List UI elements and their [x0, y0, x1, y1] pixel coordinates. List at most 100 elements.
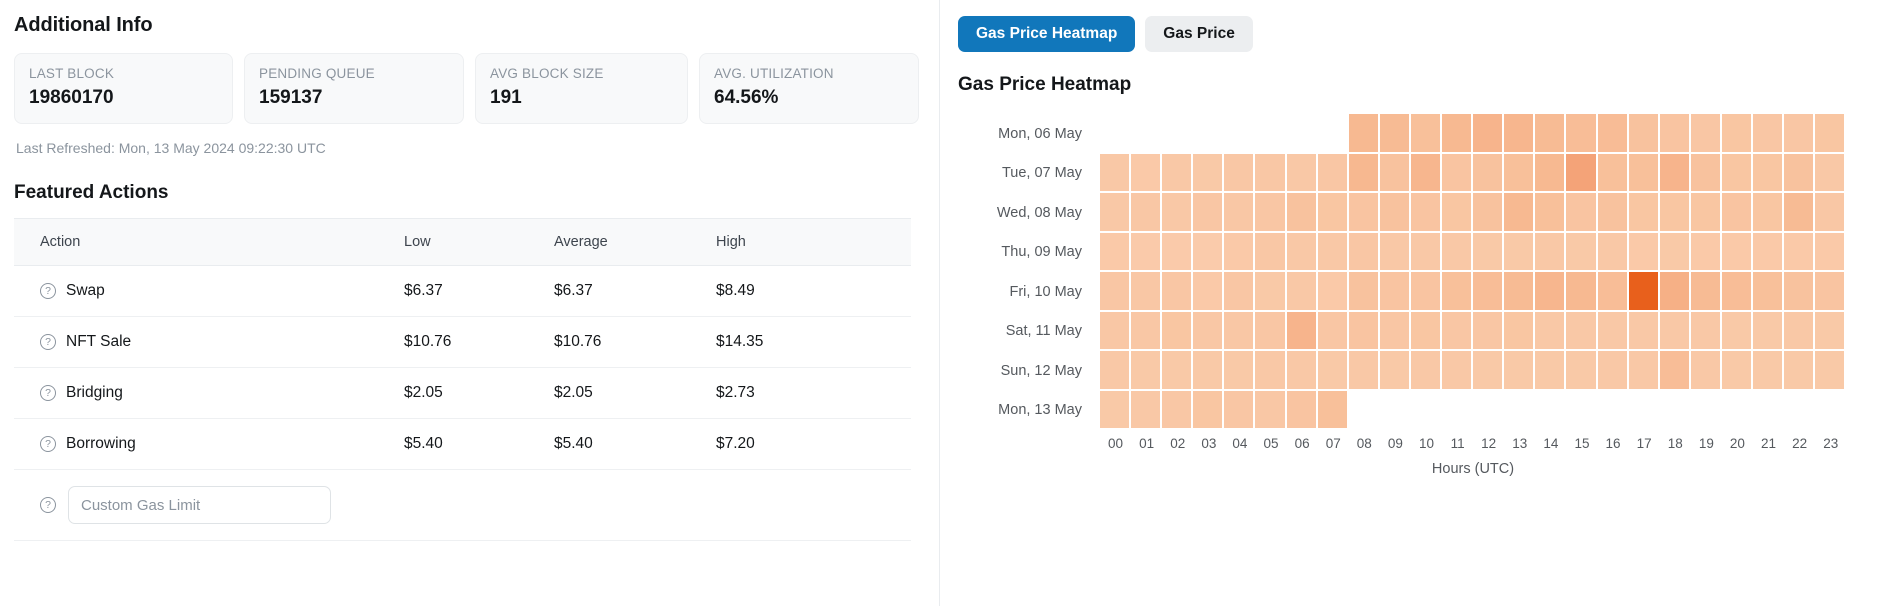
heatmap-cell[interactable] — [1410, 351, 1443, 391]
heatmap-cell[interactable] — [1348, 153, 1380, 193]
heatmap-cell[interactable] — [1193, 311, 1225, 351]
heatmap-cell[interactable] — [1721, 114, 1753, 154]
heatmap-cell[interactable] — [1131, 390, 1163, 430]
tab-gas-price[interactable]: Gas Price — [1145, 16, 1253, 52]
heatmap-cell[interactable] — [1721, 232, 1753, 272]
heatmap-cell[interactable] — [1255, 351, 1287, 391]
heatmap-cell[interactable] — [1473, 272, 1505, 312]
heatmap-cell[interactable] — [1348, 311, 1380, 351]
heatmap-cell[interactable] — [1348, 272, 1380, 312]
heatmap-cell[interactable] — [1628, 232, 1660, 272]
heatmap-cell[interactable] — [1535, 114, 1567, 154]
heatmap-cell[interactable] — [1815, 114, 1847, 154]
heatmap-cell[interactable] — [1193, 153, 1225, 193]
heatmap-cell[interactable] — [1162, 193, 1194, 233]
heatmap-cell[interactable] — [1286, 153, 1318, 193]
heatmap-cell[interactable] — [1286, 390, 1318, 430]
heatmap-cell[interactable] — [1317, 193, 1349, 233]
heatmap-cell[interactable] — [1690, 193, 1722, 233]
heatmap-cell[interactable] — [1379, 114, 1411, 154]
heatmap-cell[interactable] — [1815, 232, 1847, 272]
heatmap-cell[interactable] — [1752, 311, 1785, 351]
heatmap-cell[interactable] — [1473, 351, 1505, 391]
heatmap-cell[interactable] — [1628, 351, 1660, 391]
heatmap-cell[interactable] — [1442, 351, 1474, 391]
heatmap-cell[interactable] — [1628, 311, 1660, 351]
heatmap-cell[interactable] — [1100, 311, 1132, 351]
heatmap-cell[interactable] — [1566, 272, 1598, 312]
heatmap-cell[interactable] — [1628, 272, 1660, 312]
heatmap-cell[interactable] — [1410, 311, 1443, 351]
heatmap-cell[interactable] — [1379, 351, 1411, 391]
heatmap-cell[interactable] — [1752, 114, 1785, 154]
heatmap-cell[interactable] — [1131, 232, 1163, 272]
heatmap-cell[interactable] — [1348, 351, 1380, 391]
heatmap-cell[interactable] — [1442, 193, 1474, 233]
heatmap-cell[interactable] — [1597, 114, 1629, 154]
heatmap-cell[interactable] — [1721, 272, 1753, 312]
tab-gas-price-heatmap[interactable]: Gas Price Heatmap — [958, 16, 1136, 52]
heatmap-cell[interactable] — [1286, 351, 1318, 391]
heatmap-cell[interactable] — [1442, 272, 1474, 312]
help-circle-icon[interactable]: ? — [40, 283, 56, 299]
heatmap-cell[interactable] — [1597, 232, 1629, 272]
help-circle-icon[interactable]: ? — [40, 385, 56, 401]
heatmap-cell[interactable] — [1535, 232, 1567, 272]
heatmap-cell[interactable] — [1348, 193, 1380, 233]
heatmap-cell[interactable] — [1815, 272, 1847, 312]
heatmap-cell[interactable] — [1286, 272, 1318, 312]
heatmap-cell[interactable] — [1690, 351, 1722, 391]
heatmap-cell[interactable] — [1317, 153, 1349, 193]
heatmap-cell[interactable] — [1410, 153, 1443, 193]
heatmap-cell[interactable] — [1162, 153, 1194, 193]
heatmap-cell[interactable] — [1784, 153, 1816, 193]
heatmap-cell[interactable] — [1659, 114, 1691, 154]
heatmap-cell[interactable] — [1286, 193, 1318, 233]
heatmap-cell[interactable] — [1317, 390, 1349, 430]
heatmap-cell[interactable] — [1442, 114, 1474, 154]
heatmap-cell[interactable] — [1473, 114, 1505, 154]
heatmap-cell[interactable] — [1597, 351, 1629, 391]
heatmap-cell[interactable] — [1659, 153, 1691, 193]
heatmap-cell[interactable] — [1473, 232, 1505, 272]
heatmap-cell[interactable] — [1193, 390, 1225, 430]
heatmap-cell[interactable] — [1690, 311, 1722, 351]
heatmap-cell[interactable] — [1659, 311, 1691, 351]
heatmap-cell[interactable] — [1193, 193, 1225, 233]
heatmap-cell[interactable] — [1473, 153, 1505, 193]
heatmap-cell[interactable] — [1566, 193, 1598, 233]
heatmap-cell[interactable] — [1317, 351, 1349, 391]
custom-gas-limit-input[interactable] — [68, 486, 331, 524]
heatmap-cell[interactable] — [1628, 193, 1660, 233]
heatmap-cell[interactable] — [1535, 193, 1567, 233]
heatmap-cell[interactable] — [1379, 272, 1411, 312]
heatmap-cell[interactable] — [1721, 351, 1753, 391]
heatmap-cell[interactable] — [1566, 153, 1598, 193]
heatmap-cell[interactable] — [1379, 311, 1411, 351]
heatmap-cell[interactable] — [1566, 114, 1598, 154]
heatmap-cell[interactable] — [1784, 351, 1816, 391]
heatmap-cell[interactable] — [1317, 232, 1349, 272]
heatmap-cell[interactable] — [1566, 232, 1598, 272]
heatmap-cell[interactable] — [1255, 232, 1287, 272]
heatmap-cell[interactable] — [1131, 311, 1163, 351]
heatmap-cell[interactable] — [1628, 114, 1660, 154]
heatmap-cell[interactable] — [1255, 390, 1287, 430]
heatmap-cell[interactable] — [1566, 351, 1598, 391]
heatmap-cell[interactable] — [1224, 351, 1256, 391]
heatmap-cell[interactable] — [1255, 272, 1287, 312]
heatmap-cell[interactable] — [1659, 272, 1691, 312]
heatmap-cell[interactable] — [1784, 232, 1816, 272]
heatmap-cell[interactable] — [1504, 232, 1536, 272]
help-circle-icon[interactable]: ? — [40, 334, 56, 350]
heatmap-cell[interactable] — [1504, 193, 1536, 233]
heatmap-cell[interactable] — [1100, 272, 1132, 312]
heatmap-cell[interactable] — [1442, 153, 1474, 193]
heatmap-cell[interactable] — [1784, 114, 1816, 154]
heatmap-cell[interactable] — [1224, 272, 1256, 312]
heatmap-cell[interactable] — [1784, 193, 1816, 233]
heatmap-cell[interactable] — [1442, 232, 1474, 272]
heatmap-cell[interactable] — [1721, 193, 1753, 233]
heatmap-cell[interactable] — [1131, 153, 1163, 193]
heatmap-cell[interactable] — [1504, 153, 1536, 193]
